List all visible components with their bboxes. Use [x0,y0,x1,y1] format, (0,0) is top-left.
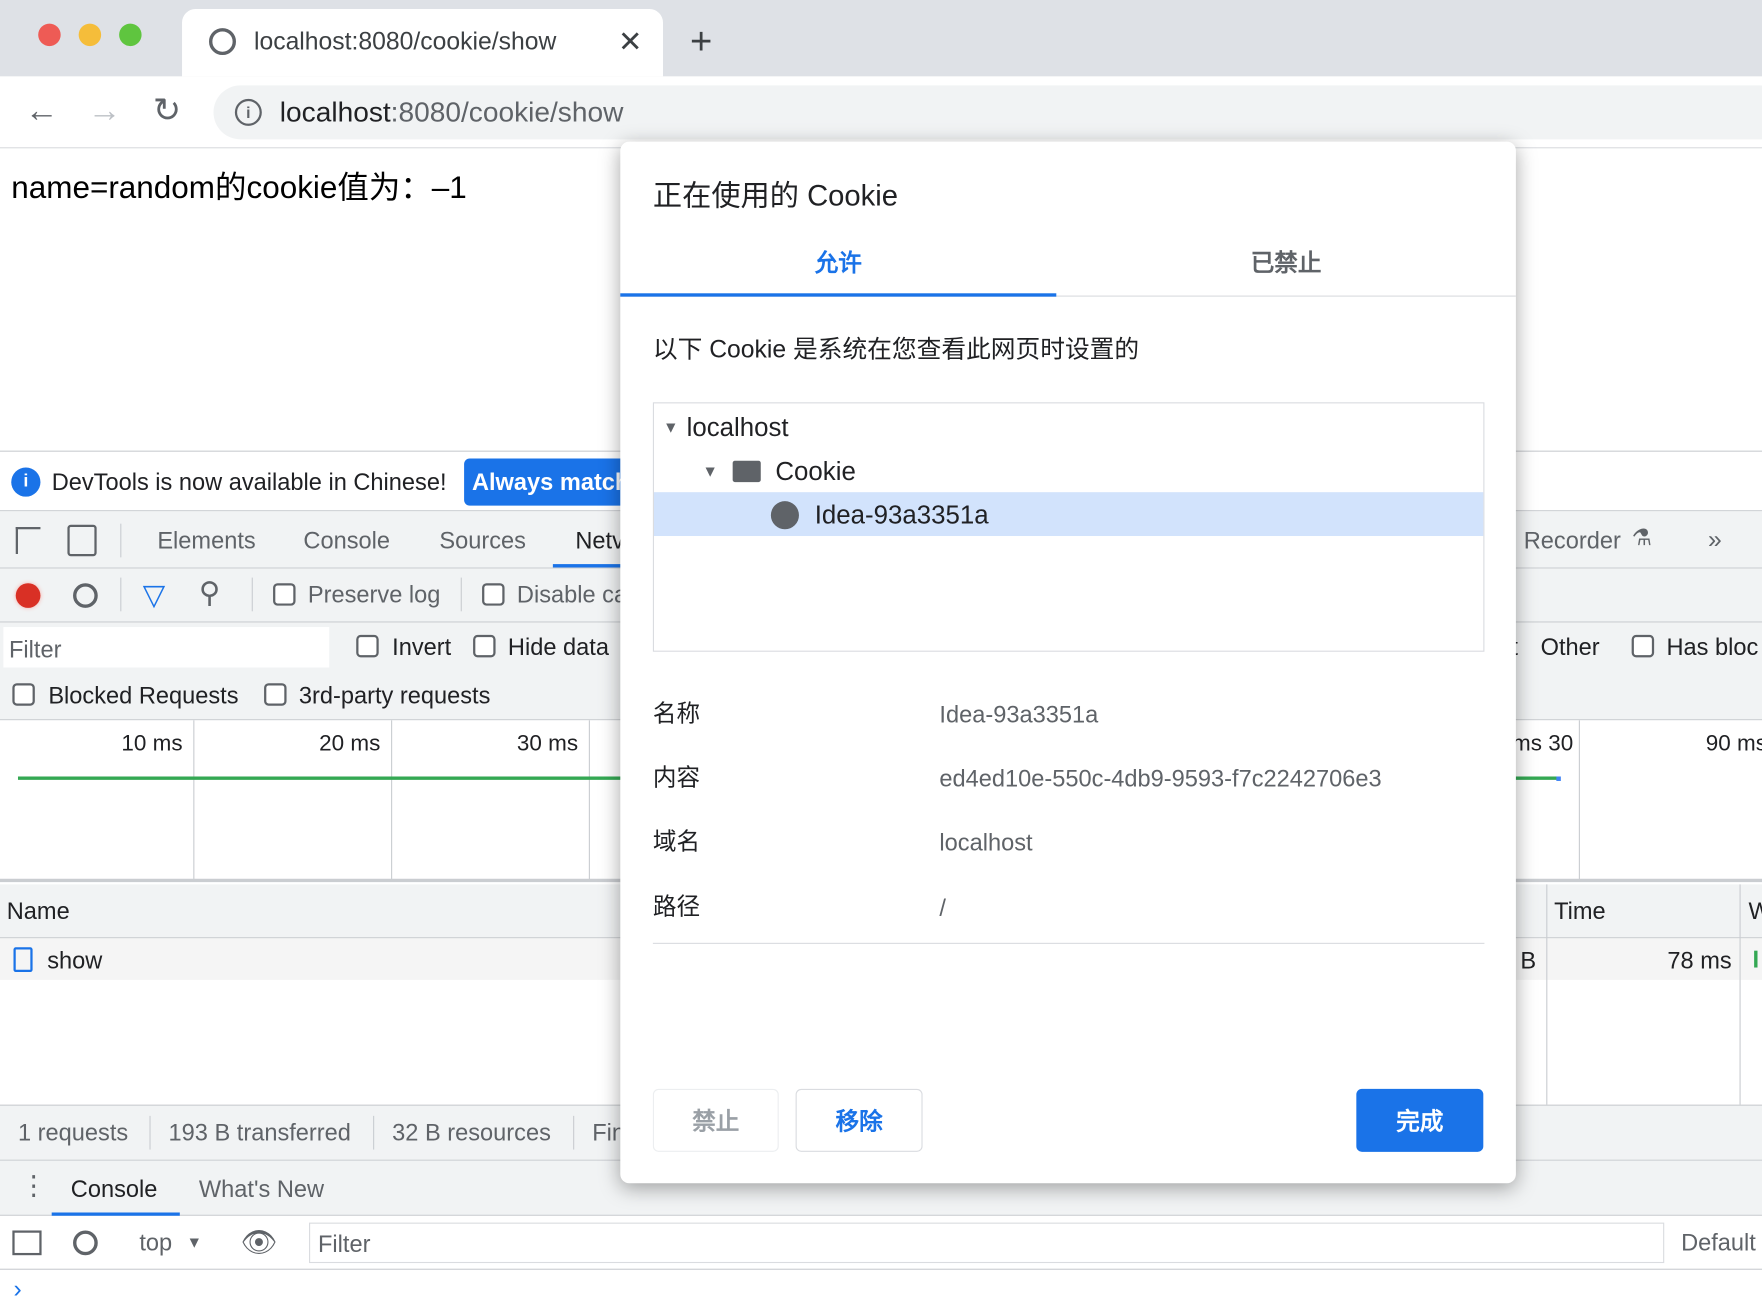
invert-label: Invert [392,634,452,661]
detail-label: 内容 [652,765,701,792]
detail-value-name: Idea-93a3351a [939,702,1099,729]
sidebar-toggle-icon[interactable] [12,1230,42,1256]
page-text: name=random的cookie值为：–1 [11,169,467,205]
disable-cache-checkbox[interactable] [482,583,505,606]
globe-icon [209,28,236,56]
resources-size: 32 B resources [392,1120,551,1147]
remove-button[interactable]: 移除 [795,1088,923,1152]
drawer-tab-console[interactable]: Console [71,1178,158,1202]
tree-cookie[interactable]: Idea-93a3351a [815,502,989,528]
document-icon [13,947,33,973]
tab-allowed[interactable]: 允许 [620,252,1056,276]
blocked-requests-checkbox[interactable] [12,683,35,706]
infobar-message: DevTools is now available in Chinese! [51,469,447,496]
tab-elements[interactable]: Elements [157,529,255,553]
detail-label: 名称 [652,701,701,728]
detail-value-path: / [939,895,946,922]
context-select[interactable]: top [139,1232,172,1256]
cookies-dialog: 正在使用的 Cookie 允许 已禁止 以下 Cookie 是系统在您查看此网页… [620,141,1516,1184]
tab-blocked[interactable]: 已禁止 [1056,252,1516,276]
url-text[interactable]: localhost:8080/cookie/show [280,98,624,127]
blocked-requests-label: Blocked Requests [48,683,239,710]
has-blocked-label: Has bloc [1666,634,1759,661]
dialog-title: 正在使用的 Cookie [652,178,899,213]
expand-icon[interactable]: ▼ [663,419,679,435]
inspect-element-icon[interactable] [15,527,41,554]
has-blocked-cookies-checkbox[interactable] [1631,634,1655,658]
folder-icon [732,460,761,483]
expand-icon[interactable]: ▼ [702,463,718,479]
eye-icon[interactable]: 👁 [240,1227,277,1256]
third-party-label: 3rd-party requests [298,683,491,710]
more-tabs-icon[interactable]: » [1708,526,1722,552]
clear-console-icon[interactable] [73,1230,98,1256]
third-party-checkbox[interactable] [264,683,287,706]
filter-input[interactable]: Filter [3,627,330,668]
record-icon[interactable] [15,583,41,608]
preserve-log-checkbox[interactable] [273,583,296,606]
cookie-tree: ▼ localhost ▼ Cookie Idea-93a3351a [652,402,1485,652]
detail-label: 域名 [652,829,701,856]
filter-icon[interactable]: ▽ [143,580,165,609]
reload-icon[interactable]: ↻ [153,94,181,128]
hide-data-label: Hide data [507,634,609,661]
tree-folder[interactable]: Cookie [775,458,855,484]
flask-icon: ⚗ [1631,525,1652,551]
disable-cache-label: Disable ca [516,582,628,608]
row-name[interactable]: show [47,950,102,974]
block-button[interactable]: 禁止 [652,1088,779,1152]
minimize-window-button[interactable] [78,23,102,47]
request-timing-end [1556,776,1561,781]
tab-recorder[interactable]: Recorder [1524,529,1621,553]
request-count: 1 requests [17,1120,129,1147]
transferred-size: 193 B transferred [168,1120,351,1147]
tab-console[interactable]: Console [303,529,390,553]
cookie-icon [770,501,799,530]
invert-checkbox[interactable] [356,634,379,658]
tab-sources[interactable]: Sources [439,529,526,553]
device-toolbar-icon[interactable] [67,524,97,557]
waterfall-bar [1754,950,1758,968]
tree-site[interactable]: localhost [687,414,789,441]
new-tab-button[interactable]: + [690,22,712,60]
column-time[interactable]: Time [1554,900,1606,924]
drawer-tab-whats-new[interactable]: What's New [199,1178,324,1202]
timeline-tick: 10 ms [121,731,183,757]
detail-label: 路径 [652,894,701,921]
dialog-description: 以下 Cookie 是系统在您查看此网页时设置的 [652,334,1140,363]
console-filter-input[interactable]: Filter [309,1222,1665,1264]
active-tab-indicator [620,293,1057,297]
timeline-tick: 30 ms [516,731,579,757]
chevron-down-icon: ▼ [186,1232,203,1251]
info-icon[interactable]: i [234,98,262,126]
row-size: B [1520,948,1537,975]
clear-icon[interactable] [73,583,98,608]
maximize-window-button[interactable] [119,23,142,47]
tab-title: localhost:8080/cookie/show [253,26,557,56]
back-icon[interactable]: ← [25,94,59,128]
hide-data-checkbox[interactable] [473,634,496,658]
detail-value-domain: localhost [939,830,1033,857]
row-time: 78 ms [1667,948,1732,975]
close-window-button[interactable] [38,23,61,47]
timeline-tick: 20 ms [319,731,381,757]
search-icon[interactable]: ⚲ [199,578,220,607]
detail-value-content: ed4ed10e-550c-4db9-9593-f7c2242706e3 [939,766,1382,793]
filter-type-other[interactable]: Other [1541,636,1600,660]
more-options-icon[interactable]: ⋮ [20,1173,47,1200]
column-waterfall[interactable]: W [1749,900,1762,924]
close-tab-icon[interactable]: ✕ [618,27,642,56]
forward-icon[interactable]: → [88,94,122,128]
console-prompt-icon[interactable]: › [13,1276,21,1302]
tab-network[interactable]: Netv [575,529,624,553]
preserve-log-label: Preserve log [307,582,441,608]
log-levels-select[interactable]: Default [1681,1232,1756,1256]
column-name[interactable]: Name [7,900,70,924]
done-button[interactable]: 完成 [1356,1088,1484,1152]
timeline-tick: 90 ms [1705,731,1762,757]
info-icon: i [11,467,41,497]
